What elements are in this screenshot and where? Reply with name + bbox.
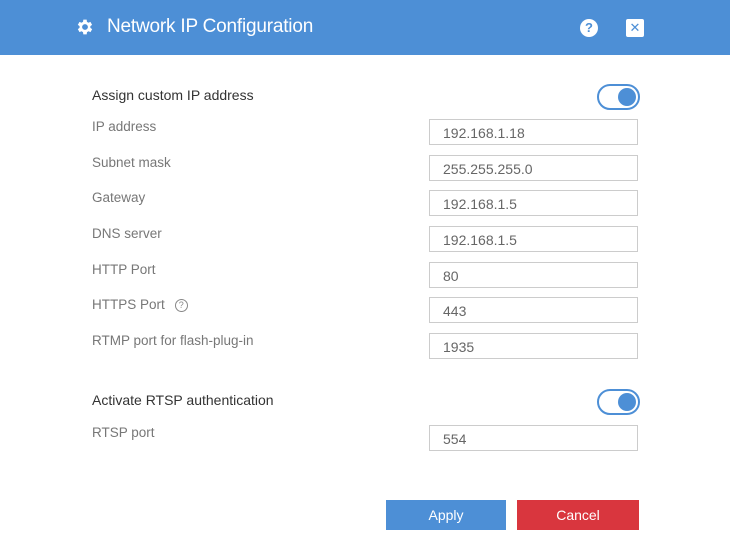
ip-address-row: IP address xyxy=(0,119,730,145)
http-port-input[interactable] xyxy=(429,262,638,288)
dialog-title: Network IP Configuration xyxy=(107,16,314,37)
dns-server-input[interactable] xyxy=(429,226,638,252)
rtsp-auth-label: Activate RTSP authentication xyxy=(92,392,274,408)
rtsp-auth-toggle[interactable] xyxy=(597,389,640,415)
custom-ip-row: Assign custom IP address xyxy=(0,84,730,110)
dns-server-row: DNS server xyxy=(0,226,730,252)
close-icon[interactable]: ✕ xyxy=(626,19,644,37)
rtmp-port-row: RTMP port for flash-plug-in xyxy=(0,333,730,359)
cancel-button[interactable]: Cancel xyxy=(517,500,639,530)
dns-server-label: DNS server xyxy=(92,226,162,241)
gateway-row: Gateway xyxy=(0,190,730,216)
http-port-row: HTTP Port xyxy=(0,262,730,288)
toggle-knob xyxy=(618,88,636,106)
subnet-mask-label: Subnet mask xyxy=(92,155,171,170)
gear-icon xyxy=(77,19,93,35)
custom-ip-label: Assign custom IP address xyxy=(92,87,254,103)
rtsp-port-input[interactable] xyxy=(429,425,638,451)
rtmp-port-label: RTMP port for flash-plug-in xyxy=(92,333,254,348)
toggle-knob xyxy=(618,393,636,411)
ip-address-label: IP address xyxy=(92,119,157,134)
rtsp-auth-row: Activate RTSP authentication xyxy=(0,389,730,415)
dialog-titlebar: Network IP Configuration ? ✕ xyxy=(0,0,730,55)
rtmp-port-input[interactable] xyxy=(429,333,638,359)
gateway-label: Gateway xyxy=(92,190,146,205)
rtsp-port-row: RTSP port xyxy=(0,425,730,451)
apply-button[interactable]: Apply xyxy=(386,500,506,530)
https-port-row: HTTPS Port? xyxy=(0,297,730,323)
help-icon[interactable]: ? xyxy=(580,19,598,37)
custom-ip-toggle[interactable] xyxy=(597,84,640,110)
subnet-mask-input[interactable] xyxy=(429,155,638,181)
https-port-label-group: HTTPS Port? xyxy=(92,297,188,312)
rtsp-port-label: RTSP port xyxy=(92,425,155,440)
subnet-mask-row: Subnet mask xyxy=(0,155,730,181)
info-icon[interactable]: ? xyxy=(174,299,188,312)
https-port-input[interactable] xyxy=(429,297,638,323)
gateway-input[interactable] xyxy=(429,190,638,216)
https-port-label: HTTPS Port xyxy=(92,297,165,312)
ip-address-input[interactable] xyxy=(429,119,638,145)
http-port-label: HTTP Port xyxy=(92,262,156,277)
